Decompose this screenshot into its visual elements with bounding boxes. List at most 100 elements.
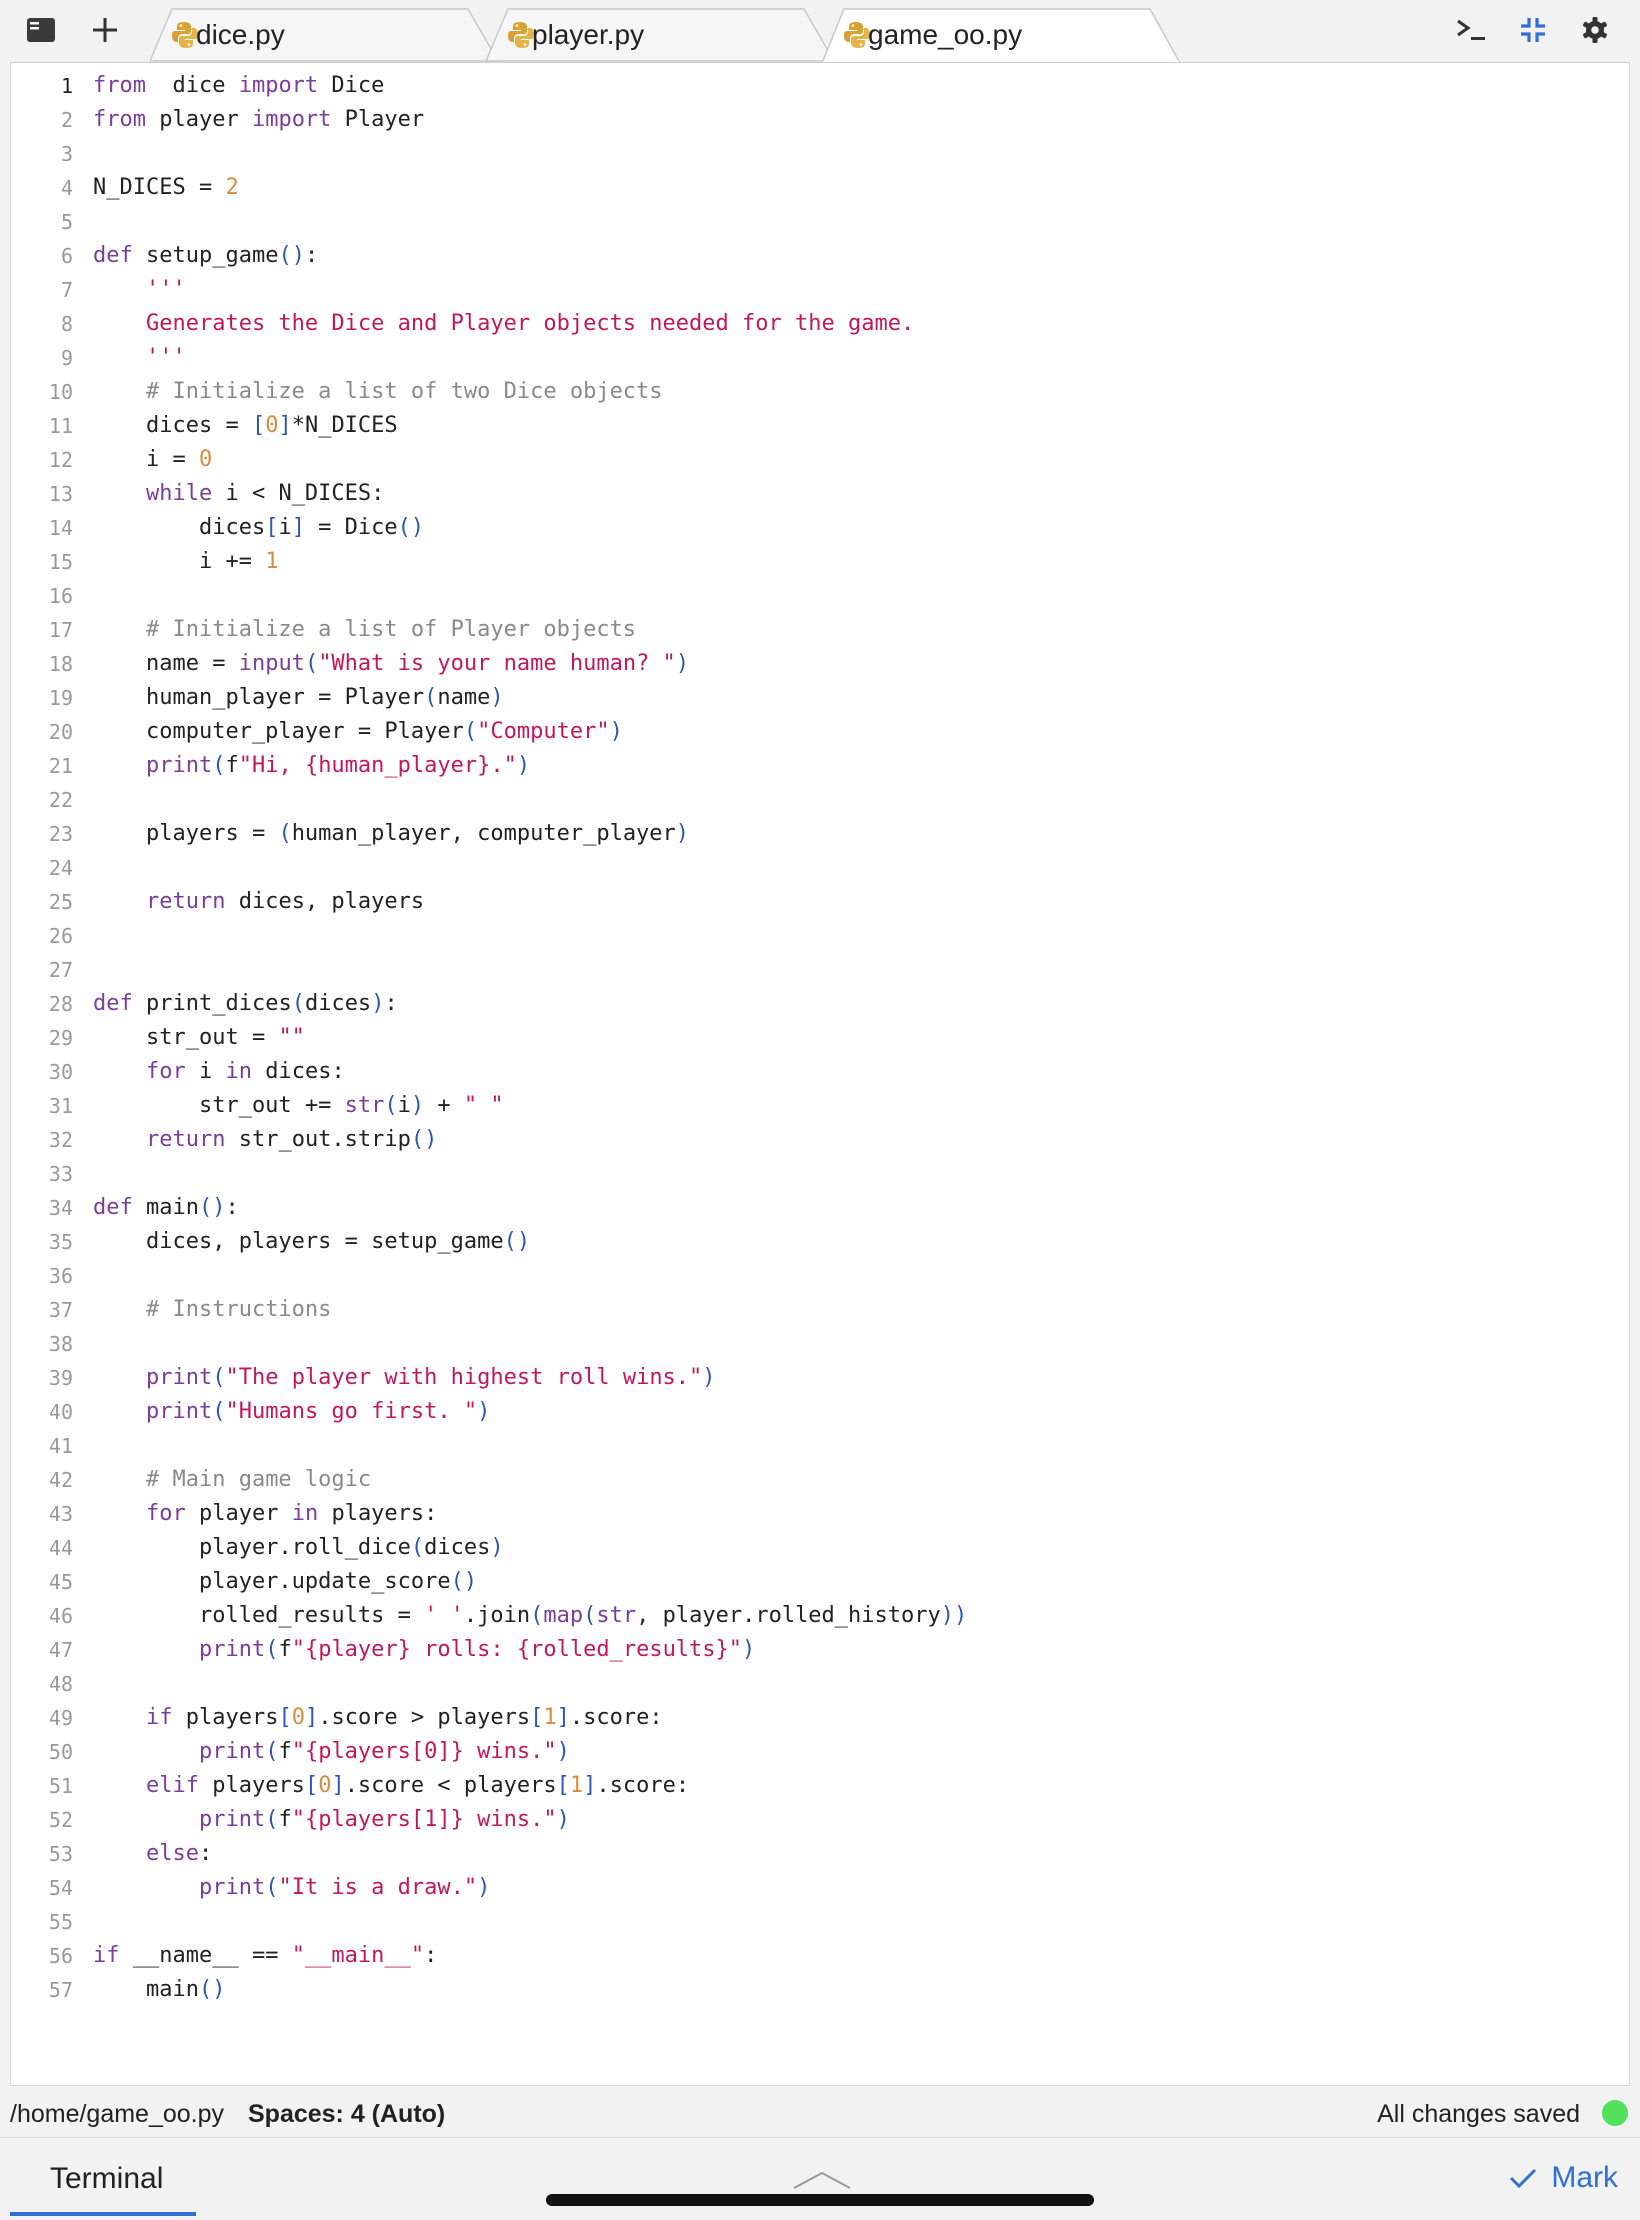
code-line[interactable]: 1 from dice import Dice [11, 69, 1629, 103]
code-line[interactable]: 18 name = input("What is your name human… [11, 647, 1629, 681]
line-number: 6 [60, 244, 73, 268]
code-line[interactable]: 14 dices[i] = Dice() [11, 511, 1629, 545]
code-line[interactable]: 54 print("It is a draw.") [11, 1871, 1629, 1905]
code-text: if players[0].score > players[1].score: [93, 1701, 663, 1735]
code-line[interactable]: 8 Generates the Dice and Player objects … [11, 307, 1629, 341]
code-line[interactable]: 39 print("The player with highest roll w… [11, 1361, 1629, 1395]
code-line[interactable]: 9 ''' [11, 341, 1629, 375]
code-line[interactable]: 25 return dices, players [11, 885, 1629, 919]
terminal-button[interactable] [1446, 8, 1496, 52]
code-token: ( [304, 651, 319, 676]
code-line[interactable]: 24 [11, 851, 1629, 885]
code-token: ( [410, 1535, 425, 1560]
code-line[interactable]: 52 print(f"{players[1]} wins.") [11, 1803, 1629, 1837]
code-line[interactable]: 7 ''' [11, 273, 1629, 307]
code-line[interactable]: 19 human_player = Player(name) [11, 681, 1629, 715]
code-line[interactable]: 34 def main(): [11, 1191, 1629, 1225]
code-line[interactable]: 15 i += 1 [11, 545, 1629, 579]
code-line[interactable]: 12 i = 0 [11, 443, 1629, 477]
code-line[interactable]: 11 dices = [0]*N_DICES [11, 409, 1629, 443]
code-token: 0 [198, 447, 213, 472]
code-line[interactable]: 45 player.update_score() [11, 1565, 1629, 1599]
code-line[interactable]: 5 [11, 205, 1629, 239]
code-token: name [437, 685, 491, 710]
tab-game-oo-py[interactable]: game_oo.py [822, 8, 1182, 64]
code-token: elif [145, 1773, 199, 1798]
code-token: player.roll_dice [93, 1535, 411, 1560]
tab-dice-py[interactable]: dice.py [150, 8, 500, 62]
mark-label: Mark [1551, 2161, 1618, 2194]
code-line[interactable]: 17 # Initialize a list of Player objects [11, 613, 1629, 647]
code-line[interactable]: 29 str_out = "" [11, 1021, 1629, 1055]
code-line[interactable]: 6 def setup_game(): [11, 239, 1629, 273]
code-text: return dices, players [93, 885, 424, 919]
code-line[interactable]: 47 print(f"{player} rolls: {rolled_resul… [11, 1633, 1629, 1667]
chevron-up-icon[interactable] [792, 2170, 852, 2190]
code-token: ( [212, 1365, 226, 1390]
code-token: : [198, 1841, 213, 1866]
sidebar-toggle-button[interactable] [16, 8, 66, 52]
code-line[interactable]: 38 [11, 1327, 1629, 1361]
code-line[interactable]: 43 for player in players: [11, 1497, 1629, 1531]
code-line[interactable]: 3 [11, 137, 1629, 171]
code-line[interactable]: 10 # Initialize a list of two Dice objec… [11, 375, 1629, 409]
code-line[interactable]: 31 str_out += str(i) + " " [11, 1089, 1629, 1123]
collapse-button[interactable] [1508, 8, 1558, 52]
tab-player-py[interactable]: player.py [486, 8, 836, 62]
code-line[interactable]: 26 [11, 919, 1629, 953]
code-line[interactable]: 28 def print_dices(dices): [11, 987, 1629, 1021]
code-line[interactable]: 22 [11, 783, 1629, 817]
mark-button[interactable]: Mark [1509, 2150, 1630, 2206]
line-number: 24 [48, 856, 73, 880]
line-number: 57 [48, 1978, 73, 2002]
code-line[interactable]: 20 computer_player = Player("Computer") [11, 715, 1629, 749]
code-token: # Initialize a list of Player objects [145, 617, 637, 642]
code-line[interactable]: 57 main() [11, 1973, 1629, 2007]
code-line[interactable]: 42 # Main game logic [11, 1463, 1629, 1497]
code-line[interactable]: 27 [11, 953, 1629, 987]
code-token: def [93, 243, 133, 268]
code-line[interactable]: 33 [11, 1157, 1629, 1191]
indentation-setting[interactable]: Spaces: 4 (Auto) [248, 2100, 445, 2129]
code-token: ) [477, 1399, 491, 1424]
code-line[interactable]: 16 [11, 579, 1629, 613]
code-token: ] [304, 1705, 319, 1730]
code-token: import [251, 107, 332, 132]
code-line[interactable]: 32 return str_out.strip() [11, 1123, 1629, 1157]
code-line[interactable]: 35 dices, players = setup_game() [11, 1225, 1629, 1259]
code-line[interactable]: 40 print("Humans go first. ") [11, 1395, 1629, 1429]
code-line[interactable]: 21 print(f"Hi, {human_player}.") [11, 749, 1629, 783]
code-line[interactable]: 30 for i in dices: [11, 1055, 1629, 1089]
code-line[interactable]: 56 if __name__ == "__main__": [11, 1939, 1629, 1973]
new-tab-button[interactable] [80, 8, 130, 52]
code-line[interactable]: 46 rolled_results = ' '.join(map(str, pl… [11, 1599, 1629, 1633]
code-token: print [145, 1365, 213, 1390]
code-line[interactable]: 53 else: [11, 1837, 1629, 1871]
settings-button[interactable] [1570, 8, 1620, 52]
code-token: 1 [569, 1773, 584, 1798]
code-line[interactable]: 44 player.roll_dice(dices) [11, 1531, 1629, 1565]
saved-indicator-dot [1602, 2100, 1628, 2126]
code-line[interactable]: 55 [11, 1905, 1629, 1939]
code-line[interactable]: 36 [11, 1259, 1629, 1293]
code-line[interactable]: 4 N_DICES = 2 [11, 171, 1629, 205]
terminal-icon [1457, 19, 1485, 40]
code-line[interactable]: 23 players = (human_player, computer_pla… [11, 817, 1629, 851]
code-line[interactable]: 50 print(f"{players[0]} wins.") [11, 1735, 1629, 1769]
code-token: if [93, 1943, 120, 1968]
code-line[interactable]: 2 from player import Player [11, 103, 1629, 137]
terminal-panel-tab[interactable]: Terminal [10, 2140, 196, 2220]
code-line[interactable]: 48 [11, 1667, 1629, 1701]
code-line[interactable]: 41 [11, 1429, 1629, 1463]
code-token: "It is a draw." [278, 1875, 478, 1900]
code-text: for i in dices: [93, 1055, 345, 1089]
code-line[interactable]: 37 # Instructions [11, 1293, 1629, 1327]
code-editor[interactable]: 1 from dice import Dice 2 from player impor… [10, 62, 1630, 2086]
code-token: main [93, 1977, 199, 2002]
code-line[interactable]: 51 elif players[0].score < players[1].sc… [11, 1769, 1629, 1803]
code-token: ) [702, 1365, 716, 1390]
line-number: 40 [48, 1400, 73, 1424]
code-line[interactable]: 13 while i < N_DICES: [11, 477, 1629, 511]
code-line[interactable]: 49 if players[0].score > players[1].scor… [11, 1701, 1629, 1735]
